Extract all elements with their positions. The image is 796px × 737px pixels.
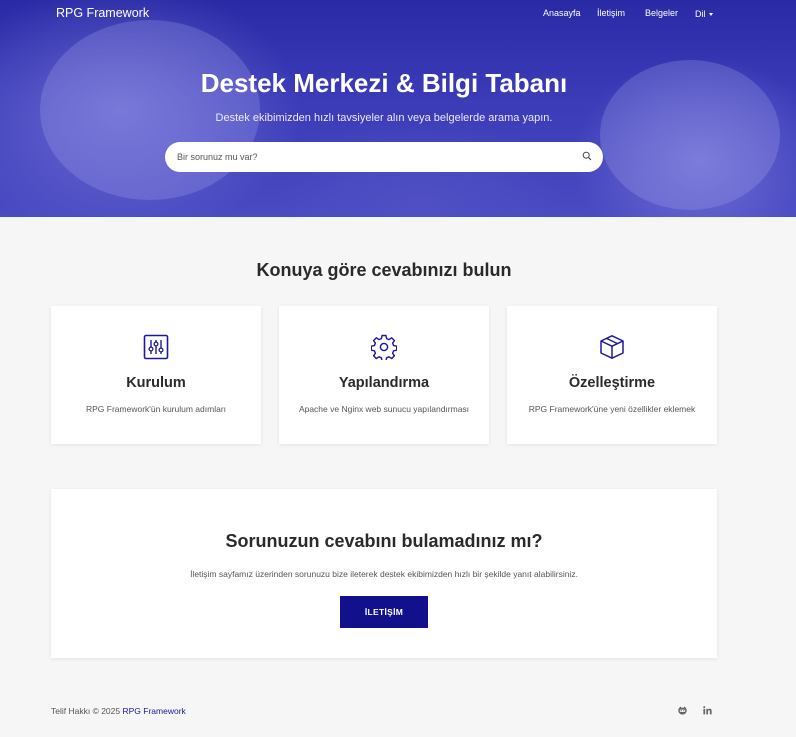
cta-description: İletişim sayfamız üzerinden sorunuzu biz… [190,569,578,579]
nav-language-dropdown[interactable]: Dil [695,9,713,19]
hero-title: Destek Merkezi & Bilgi Tabanı [200,68,568,98]
card-description: RPG Framework'ün kurulum adımları [85,404,227,414]
nav-home[interactable]: Anasayfa [543,8,581,18]
topic-card-configuration[interactable]: Yapılandırma Apache ve Nginx web sunucu … [279,306,489,444]
copyright-text: Telif Hakkı © 2025 [51,706,121,716]
topic-card-installation[interactable]: Kurulum RPG Framework'ün kurulum adımlar… [51,306,261,444]
contact-cta-panel: Sorunuzun cevabını bulamadınız mı? İleti… [51,489,717,658]
hero-background-shape [40,20,260,200]
search-icon[interactable] [582,151,592,161]
card-title: Özelleştirme [568,375,656,391]
nav-language-label: Dil [695,9,706,19]
topic-card-customization[interactable]: Özelleştirme RPG Framework'üne yeni özel… [507,306,717,444]
hero-banner: RPG Framework Anasayfa İletişim Belgeler… [0,0,796,217]
footer-brand-link[interactable]: RPG Framework [122,706,185,716]
nav-docs[interactable]: Belgeler [645,8,678,18]
box-icon [600,335,624,359]
card-title: Yapılandırma [338,375,430,391]
footer-copyright: Telif Hakkı © 2025 RPG Framework [51,706,186,716]
card-description: RPG Framework'üne yeni özellikler ekleme… [528,404,696,414]
card-description: Apache ve Nginx web sunucu yapılandırmas… [298,404,470,414]
linkedin-icon[interactable] [702,705,713,716]
cta-title: Sorunuzun cevabını bulamadınız mı? [225,531,543,551]
search-bar [165,142,603,172]
sliders-icon [143,334,169,360]
topics-title: Konuya göre cevabınızı bulun [256,260,512,280]
nav-contact[interactable]: İletişim [597,8,625,18]
gear-icon [371,334,397,360]
hero-subtitle: Destek ekibimizden hızlı tavsiyeler alın… [215,112,553,124]
github-icon[interactable] [677,705,688,716]
contact-button[interactable]: İLETİŞİM [340,596,428,628]
caret-down-icon [708,13,713,17]
search-input[interactable] [177,149,567,165]
card-title: Kurulum [126,375,186,391]
top-nav: Anasayfa İletişim Belgeler Dil [0,8,796,20]
